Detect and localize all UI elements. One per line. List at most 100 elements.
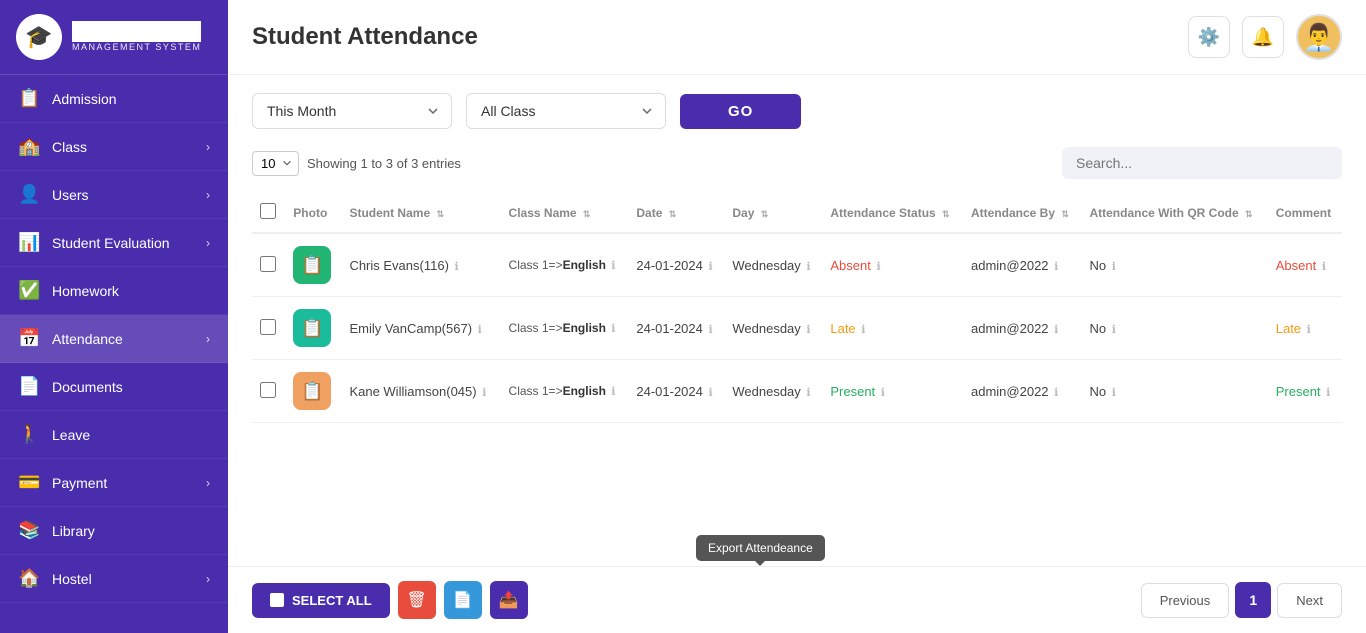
attendance-status: Late bbox=[830, 321, 855, 336]
attendance-status: Present bbox=[830, 384, 875, 399]
row-checkbox[interactable] bbox=[260, 319, 276, 335]
row-checkbox[interactable] bbox=[260, 256, 276, 272]
sidebar-item-admission[interactable]: 📋 Admission bbox=[0, 75, 228, 123]
info-icon: ℹ bbox=[611, 323, 615, 335]
export-csv-button[interactable]: 📄 bbox=[444, 581, 482, 619]
header-checkbox[interactable] bbox=[260, 203, 276, 219]
chevron-right-icon: › bbox=[206, 188, 210, 202]
col-checkbox bbox=[252, 193, 285, 233]
sidebar-item-student-evaluation[interactable]: 📊 Student Evaluation › bbox=[0, 219, 228, 267]
search-input[interactable] bbox=[1062, 147, 1342, 179]
attendance-table: Photo Student Name ⇅ Class Name ⇅ Date ⇅… bbox=[252, 193, 1342, 423]
chevron-right-icon: › bbox=[206, 332, 210, 346]
sidebar-logo: 🎓 WP SCHOOL MANAGEMENT SYSTEM bbox=[0, 0, 228, 75]
sidebar-item-payment[interactable]: 💳 Payment › bbox=[0, 459, 228, 507]
student-photo: 📋 bbox=[293, 372, 331, 410]
student-photo: 📋 bbox=[293, 246, 331, 284]
chevron-right-icon: › bbox=[206, 476, 210, 490]
header: Student Attendance ⚙️ 🔔 👨‍💼 bbox=[228, 0, 1366, 75]
chevron-right-icon: › bbox=[206, 572, 210, 586]
class-filter[interactable]: All Class Class 1 Class 2 Class 3 bbox=[466, 93, 666, 129]
select-all-button[interactable]: SELECT ALL bbox=[252, 583, 390, 618]
sidebar-item-users[interactable]: 👤 Users › bbox=[0, 171, 228, 219]
table-row: 📋 Chris Evans(116) ℹ Class 1=>English ℹ bbox=[252, 233, 1342, 297]
info-icon: ℹ bbox=[861, 324, 865, 336]
export-icon: 📤 bbox=[499, 590, 519, 610]
bell-icon: 🔔 bbox=[1252, 27, 1274, 48]
notifications-button[interactable]: 🔔 bbox=[1242, 16, 1284, 58]
day-value: Wednesday bbox=[732, 384, 800, 399]
sidebar-item-attendance[interactable]: 📅 Attendance › bbox=[0, 315, 228, 363]
evaluation-icon: 📊 bbox=[18, 232, 40, 253]
delete-button[interactable]: 🗑 bbox=[398, 581, 436, 619]
date-value: 24-01-2024 bbox=[636, 321, 703, 336]
sidebar-item-label: Users bbox=[52, 187, 89, 203]
info-icon: ℹ bbox=[708, 261, 712, 273]
sidebar-item-label: Payment bbox=[52, 475, 107, 491]
comment-value: Present bbox=[1276, 384, 1321, 399]
info-icon: ℹ bbox=[708, 387, 712, 399]
sidebar-item-label: Homework bbox=[52, 283, 119, 299]
class-icon: 🏫 bbox=[18, 136, 40, 157]
month-filter[interactable]: This Month Last Month This Year bbox=[252, 93, 452, 129]
info-icon: ℹ bbox=[1054, 261, 1058, 273]
next-button[interactable]: Next bbox=[1277, 583, 1342, 618]
entries-select[interactable]: 10 25 50 bbox=[252, 151, 299, 176]
col-qr-code: Attendance With QR Code ⇅ bbox=[1081, 193, 1267, 233]
go-button[interactable]: GO bbox=[680, 94, 801, 129]
col-attendance-status: Attendance Status ⇅ bbox=[822, 193, 963, 233]
page-title: Student Attendance bbox=[252, 23, 478, 51]
table-row: 📋 Emily VanCamp(567) ℹ Class 1=>English … bbox=[252, 297, 1342, 360]
info-icon: ℹ bbox=[876, 261, 880, 273]
sidebar-item-class[interactable]: 🏫 Class › bbox=[0, 123, 228, 171]
leave-icon: 🚶 bbox=[18, 424, 40, 445]
attendance-by: admin@2022 bbox=[971, 258, 1049, 273]
content-area: This Month Last Month This Year All Clas… bbox=[228, 75, 1366, 566]
date-value: 24-01-2024 bbox=[636, 258, 703, 273]
select-all-checkbox-icon bbox=[270, 593, 284, 607]
logo-sub-text: MANAGEMENT SYSTEM bbox=[72, 42, 201, 53]
table-row: 📋 Kane Williamson(045) ℹ Class 1=>Englis… bbox=[252, 360, 1342, 423]
info-icon: ℹ bbox=[1112, 324, 1116, 336]
info-icon: ℹ bbox=[806, 324, 810, 336]
library-icon: 📚 bbox=[18, 520, 40, 541]
avatar[interactable]: 👨‍💼 bbox=[1296, 14, 1342, 60]
attendance-by: admin@2022 bbox=[971, 384, 1049, 399]
info-icon: ℹ bbox=[806, 387, 810, 399]
col-attendance-by: Attendance By ⇅ bbox=[963, 193, 1081, 233]
showing-text: Showing 1 to 3 of 3 entries bbox=[307, 156, 461, 171]
documents-icon: 📄 bbox=[18, 376, 40, 397]
logo-icon: 🎓 bbox=[16, 14, 62, 60]
row-checkbox[interactable] bbox=[260, 382, 276, 398]
class-cell: Class 1=>English ℹ bbox=[509, 321, 621, 335]
info-icon: ℹ bbox=[482, 387, 486, 399]
sidebar-item-leave[interactable]: 🚶 Leave bbox=[0, 411, 228, 459]
col-comment: Comment bbox=[1268, 193, 1342, 233]
sidebar: 🎓 WP SCHOOL MANAGEMENT SYSTEM 📋 Admissio… bbox=[0, 0, 228, 633]
sidebar-item-library[interactable]: 📚 Library bbox=[0, 507, 228, 555]
info-icon: ℹ bbox=[881, 387, 885, 399]
sidebar-item-homework[interactable]: ✅ Homework bbox=[0, 267, 228, 315]
bottom-row: SELECT ALL 🗑 📄 📤 Export Attendeance Prev… bbox=[228, 566, 1366, 633]
comment-value: Absent bbox=[1276, 258, 1316, 273]
pagination: Previous 1 Next bbox=[1141, 582, 1342, 618]
export-tooltip: Export Attendeance bbox=[696, 535, 825, 561]
student-name: Emily VanCamp(567) bbox=[349, 321, 472, 336]
main-content: Student Attendance ⚙️ 🔔 👨‍💼 This Month L… bbox=[228, 0, 1366, 633]
info-icon: ℹ bbox=[708, 324, 712, 336]
info-icon: ℹ bbox=[806, 261, 810, 273]
day-value: Wednesday bbox=[732, 258, 800, 273]
export-attendance-button[interactable]: 📤 bbox=[490, 581, 528, 619]
info-icon: ℹ bbox=[611, 260, 615, 272]
student-photo: 📋 bbox=[293, 309, 331, 347]
attendance-by: admin@2022 bbox=[971, 321, 1049, 336]
sidebar-item-hostel[interactable]: 🏠 Hostel › bbox=[0, 555, 228, 603]
settings-button[interactable]: ⚙️ bbox=[1188, 16, 1230, 58]
payment-icon: 💳 bbox=[18, 472, 40, 493]
info-icon: ℹ bbox=[1112, 261, 1116, 273]
qr-code-value: No bbox=[1089, 321, 1106, 336]
sidebar-item-documents[interactable]: 📄 Documents bbox=[0, 363, 228, 411]
previous-button[interactable]: Previous bbox=[1141, 583, 1230, 618]
page-1-button[interactable]: 1 bbox=[1235, 582, 1271, 618]
sidebar-item-label: Leave bbox=[52, 427, 90, 443]
